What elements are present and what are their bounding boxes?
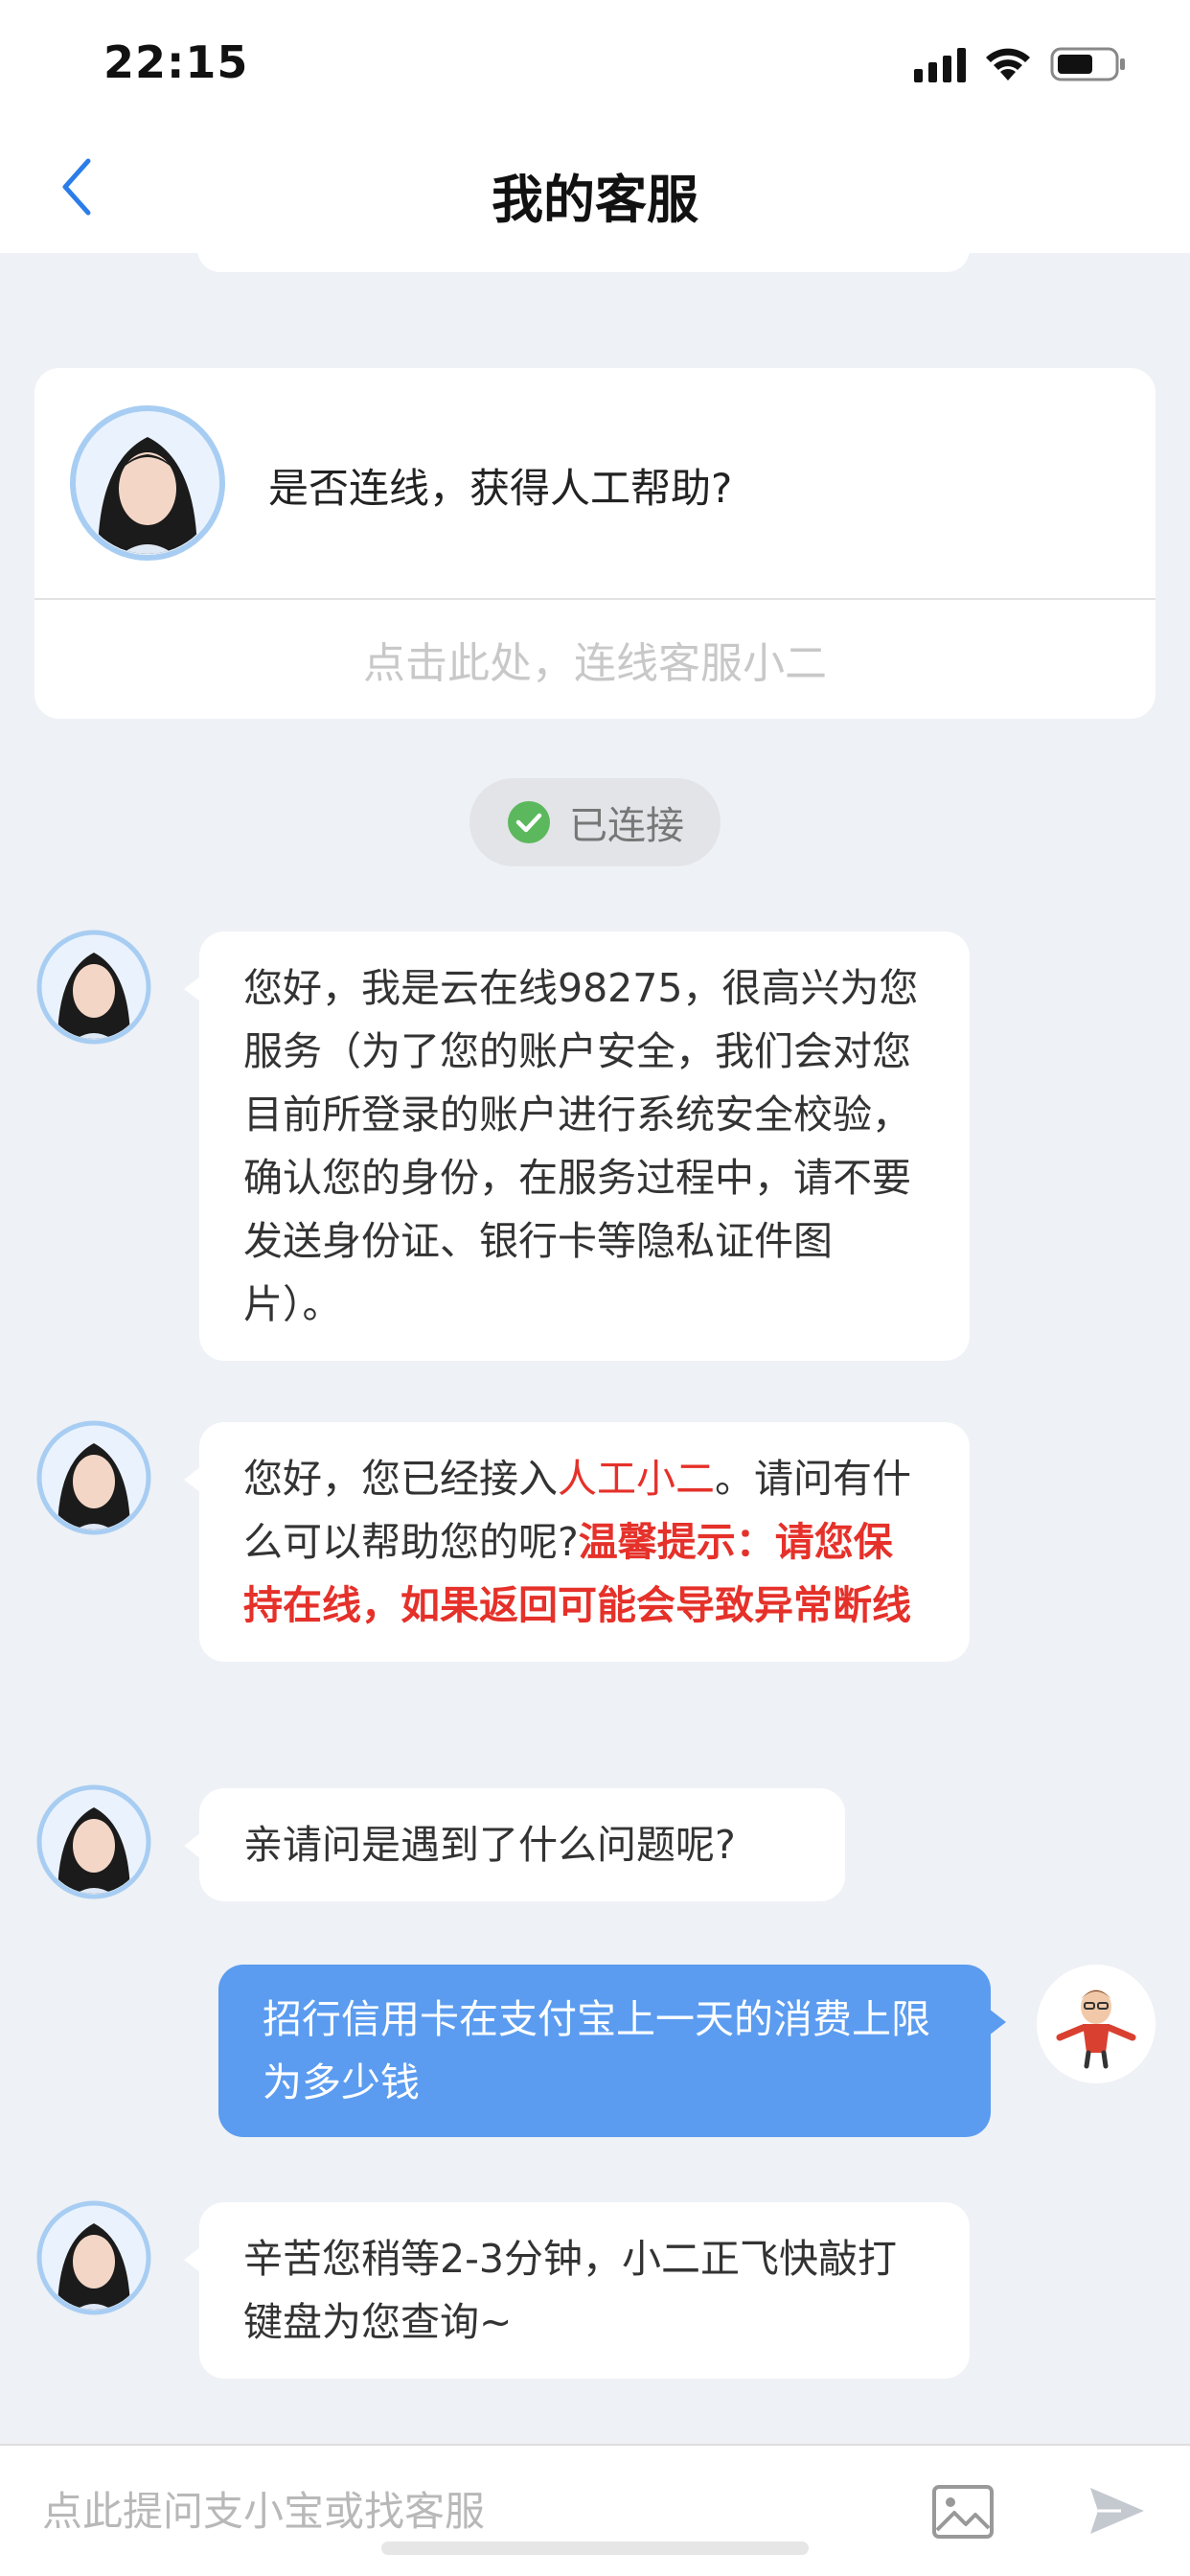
message-text: 招行信用卡在支付宝上一天的消费上限为多少钱 <box>263 1996 930 2105</box>
message-text: 您好，您已经接入 <box>243 1456 558 1502</box>
message-highlight: 人工小二 <box>558 1456 715 1502</box>
user-message-bubble: 招行信用卡在支付宝上一天的消费上限为多少钱 <box>218 1965 1006 2137</box>
agent-avatar <box>36 1784 151 1899</box>
wifi-icon <box>986 48 1030 80</box>
connect-question-text: 是否连线，获得人工帮助? <box>268 465 733 512</box>
image-icon[interactable] <box>931 2484 995 2540</box>
send-icon[interactable] <box>1087 2480 1148 2542</box>
connect-agent-card: 是否连线，获得人工帮助? 点击此处，连线客服小二 <box>34 368 1156 719</box>
agent-message-bubble: 您好，我是云在线98275，很高兴为您服务（为了您的账户安全，我们会对您目前所登… <box>184 932 970 1361</box>
battery-icon <box>1050 47 1125 81</box>
chat-page: 22:15 我的客服 是否连线，获得人工帮助? 点击此处，连线客服小二 已连接 … <box>0 0 1190 2576</box>
nav-bar: 我的客服 <box>0 128 1190 253</box>
agent-avatar <box>70 405 225 561</box>
connect-agent-link[interactable]: 点击此处，连线客服小二 <box>34 600 1156 719</box>
agent-avatar <box>36 930 151 1045</box>
input-bar <box>0 2444 1190 2576</box>
chat-area[interactable]: 是否连线，获得人工帮助? 点击此处，连线客服小二 已连接 您好，我是云在线982… <box>0 253 1190 2444</box>
signal-icon <box>914 48 966 82</box>
message-text: 您好，我是云在线98275，很高兴为您服务（为了您的账户安全，我们会对您目前所登… <box>243 965 919 1327</box>
agent-avatar <box>36 2200 151 2315</box>
message-text: 亲请问是遇到了什么问题呢? <box>243 1822 736 1868</box>
message-text: 辛苦您稍等2-3分钟，小二正飞快敲打键盘为您查询~ <box>243 2236 897 2345</box>
agent-message-bubble: 您好，您已经接入人工小二。请问有什么可以帮助您的呢?温馨提示：请您保持在线，如果… <box>184 1422 970 1662</box>
question-input[interactable] <box>42 2480 885 2542</box>
agent-avatar <box>36 1420 151 1535</box>
home-indicator <box>381 2542 809 2555</box>
status-bar: 22:15 <box>0 0 1190 128</box>
previous-message-card <box>197 253 970 272</box>
connected-status-badge: 已连接 <box>469 778 721 866</box>
status-time: 22:15 <box>103 36 249 88</box>
check-circle-icon <box>508 801 550 843</box>
agent-message-bubble: 亲请问是遇到了什么问题呢? <box>184 1788 845 1901</box>
cartoon-avatar-icon <box>1037 1965 1156 2083</box>
agent-message-bubble: 辛苦您稍等2-3分钟，小二正飞快敲打键盘为您查询~ <box>184 2202 970 2379</box>
user-avatar <box>1037 1965 1156 2083</box>
page-title: 我的客服 <box>492 170 698 230</box>
connected-label: 已连接 <box>569 804 684 848</box>
